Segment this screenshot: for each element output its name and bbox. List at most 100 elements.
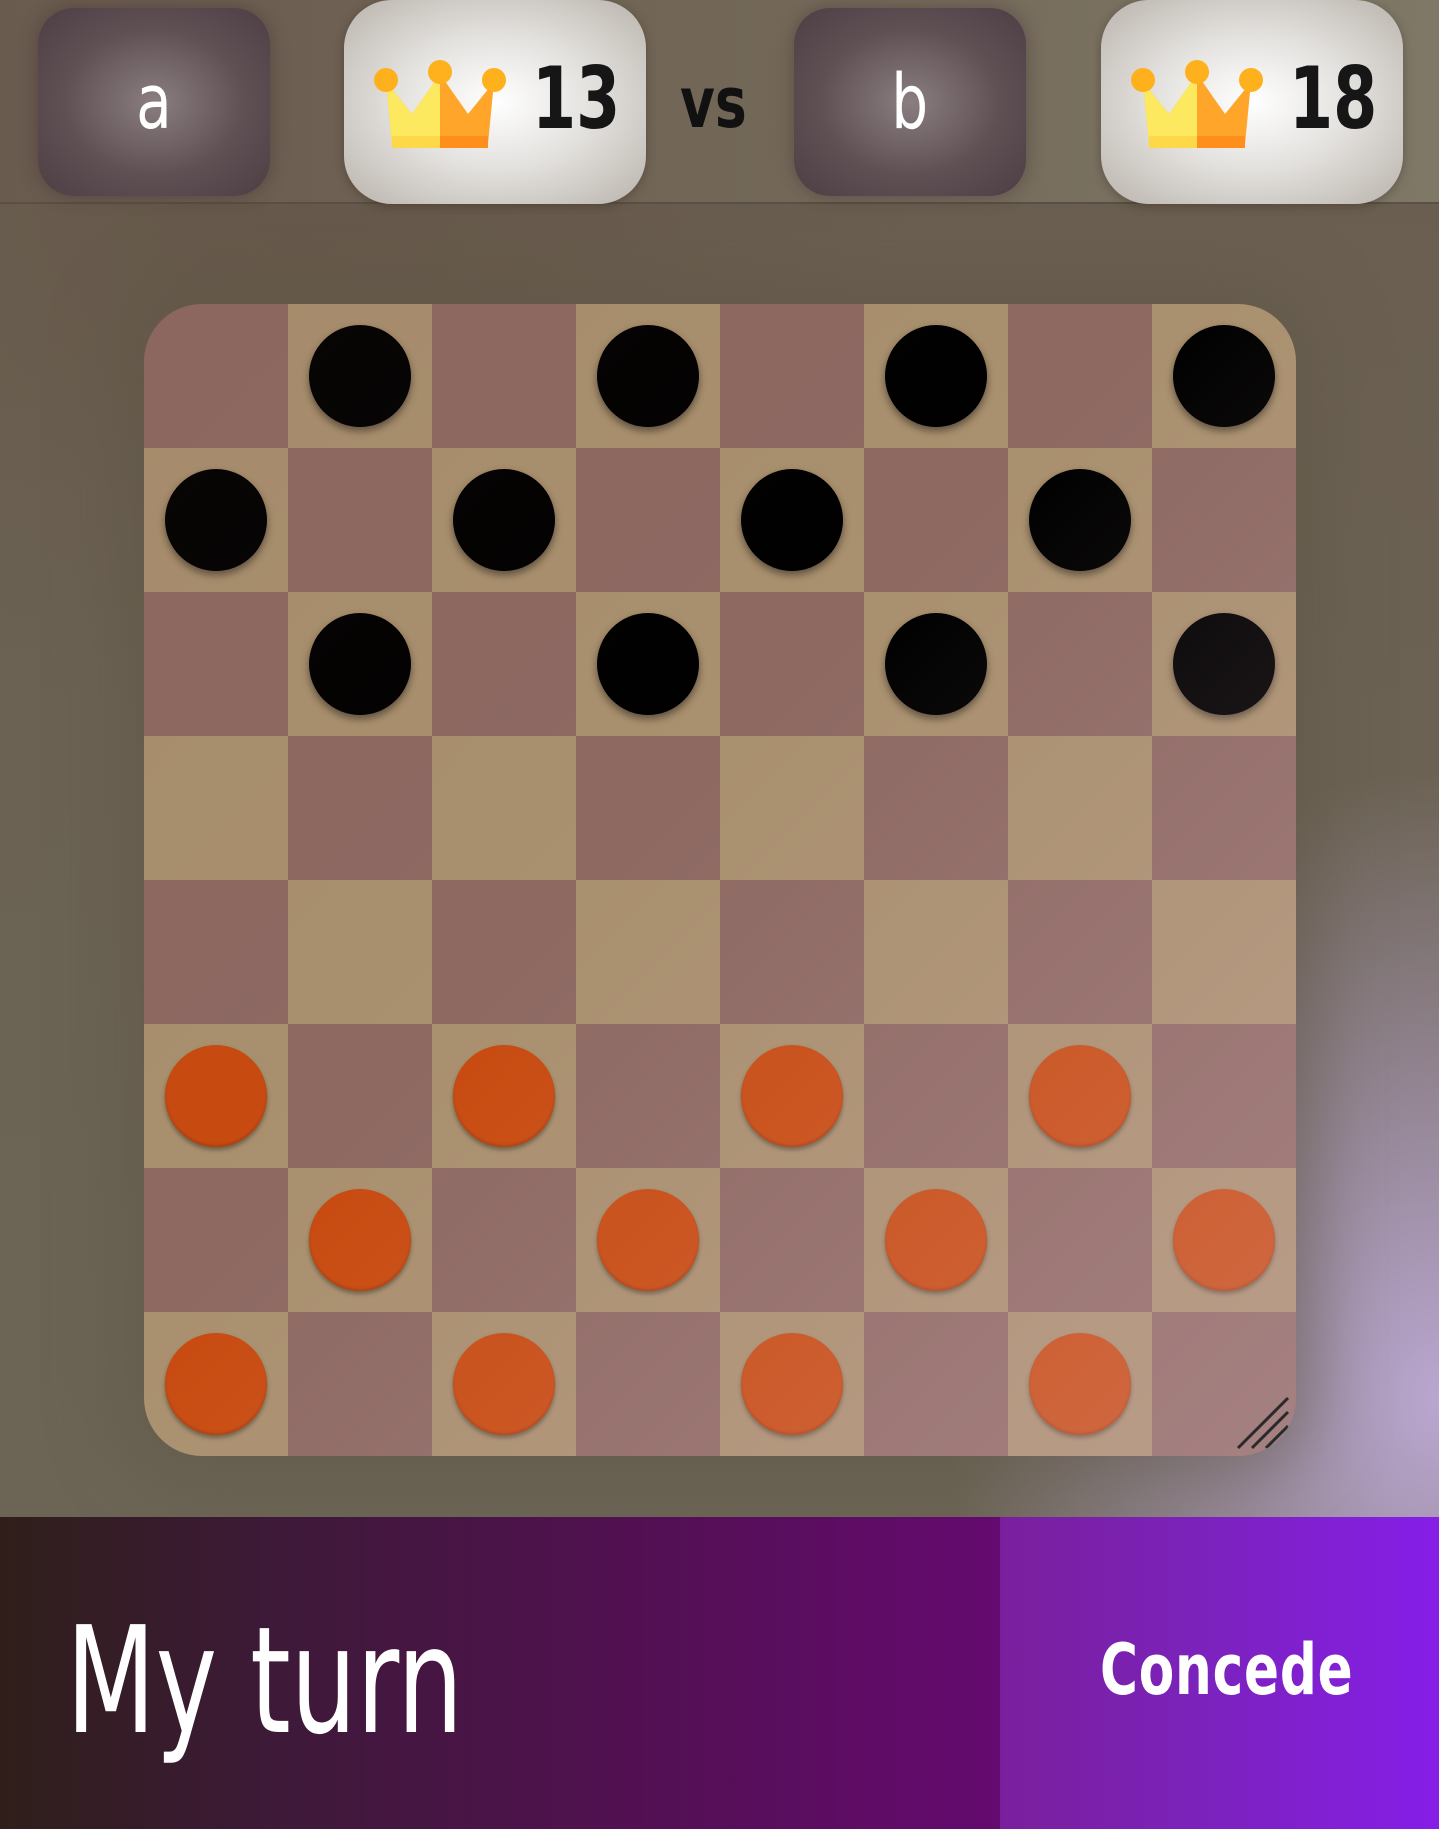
board-square[interactable] — [864, 448, 1008, 592]
black-checker-piece[interactable] — [1029, 469, 1131, 571]
orange-checker-piece[interactable] — [165, 1333, 267, 1435]
player-two-name: b — [891, 57, 929, 146]
board-square[interactable] — [1152, 736, 1296, 880]
black-checker-piece[interactable] — [309, 325, 411, 427]
board-square[interactable] — [864, 1168, 1008, 1312]
board-square[interactable] — [720, 880, 864, 1024]
board-square[interactable] — [864, 1024, 1008, 1168]
board-square[interactable] — [144, 1024, 288, 1168]
black-checker-piece[interactable] — [1173, 613, 1275, 715]
board-square[interactable] — [144, 304, 288, 448]
board-square[interactable] — [576, 880, 720, 1024]
board-square[interactable] — [288, 880, 432, 1024]
board-square[interactable] — [1152, 592, 1296, 736]
orange-checker-piece[interactable] — [165, 1045, 267, 1147]
board-square[interactable] — [864, 592, 1008, 736]
board-square[interactable] — [720, 304, 864, 448]
board-square[interactable] — [144, 1168, 288, 1312]
board-square[interactable] — [432, 736, 576, 880]
board-square[interactable] — [144, 880, 288, 1024]
orange-checker-piece[interactable] — [1029, 1333, 1131, 1435]
board-square[interactable] — [576, 1024, 720, 1168]
resize-grip-icon[interactable] — [1234, 1394, 1292, 1452]
board-square[interactable] — [432, 304, 576, 448]
orange-checker-piece[interactable] — [885, 1189, 987, 1291]
board-square[interactable] — [864, 880, 1008, 1024]
board-square[interactable] — [864, 1312, 1008, 1456]
board-square[interactable] — [432, 1024, 576, 1168]
orange-checker-piece[interactable] — [309, 1189, 411, 1291]
board-square[interactable] — [576, 304, 720, 448]
board-square[interactable] — [1152, 1024, 1296, 1168]
player-two-score: 18 — [1289, 49, 1378, 149]
board-square[interactable] — [432, 880, 576, 1024]
board-square[interactable] — [1008, 304, 1152, 448]
checkers-board[interactable] — [144, 304, 1296, 1456]
black-checker-piece[interactable] — [741, 469, 843, 571]
board-square[interactable] — [1008, 448, 1152, 592]
board-square[interactable] — [288, 736, 432, 880]
board-square[interactable] — [288, 448, 432, 592]
black-checker-piece[interactable] — [165, 469, 267, 571]
board-square[interactable] — [1152, 1168, 1296, 1312]
board-square[interactable] — [432, 1312, 576, 1456]
board-square[interactable] — [576, 736, 720, 880]
board-square[interactable] — [1152, 448, 1296, 592]
board-square[interactable] — [1008, 1312, 1152, 1456]
board-square[interactable] — [288, 592, 432, 736]
board-square[interactable] — [720, 592, 864, 736]
board-square[interactable] — [432, 1168, 576, 1312]
player-two-score-box: 18 — [1101, 0, 1403, 204]
board-square[interactable] — [576, 448, 720, 592]
board-square[interactable] — [720, 1024, 864, 1168]
board-square[interactable] — [1008, 1024, 1152, 1168]
crown-icon — [1131, 60, 1263, 148]
board-square[interactable] — [864, 736, 1008, 880]
board-square[interactable] — [864, 304, 1008, 448]
orange-checker-piece[interactable] — [597, 1189, 699, 1291]
board-square[interactable] — [1008, 880, 1152, 1024]
board-square[interactable] — [1008, 1168, 1152, 1312]
board-square[interactable] — [432, 592, 576, 736]
orange-checker-piece[interactable] — [1029, 1045, 1131, 1147]
board-square[interactable] — [1008, 736, 1152, 880]
orange-checker-piece[interactable] — [453, 1333, 555, 1435]
board-square[interactable] — [576, 1168, 720, 1312]
board-square[interactable] — [144, 1312, 288, 1456]
orange-checker-piece[interactable] — [453, 1045, 555, 1147]
concede-button-label: Concede — [1100, 1629, 1354, 1711]
board-square[interactable] — [288, 1168, 432, 1312]
board-square[interactable] — [1152, 880, 1296, 1024]
board-square[interactable] — [432, 448, 576, 592]
bottom-bar: My turn Concede — [0, 1517, 1439, 1829]
orange-checker-piece[interactable] — [741, 1045, 843, 1147]
board-square[interactable] — [288, 1024, 432, 1168]
black-checker-piece[interactable] — [597, 325, 699, 427]
black-checker-piece[interactable] — [885, 613, 987, 715]
board-square[interactable] — [576, 592, 720, 736]
board-square[interactable] — [576, 1312, 720, 1456]
board-square[interactable] — [1152, 304, 1296, 448]
board-square[interactable] — [720, 736, 864, 880]
concede-button[interactable]: Concede — [1000, 1517, 1439, 1829]
score-header: a 13 vs b 18 — [0, 0, 1439, 204]
black-checker-piece[interactable] — [885, 325, 987, 427]
turn-status-label: My turn — [66, 1595, 464, 1767]
board-square[interactable] — [144, 736, 288, 880]
board-square[interactable] — [144, 592, 288, 736]
board-square[interactable] — [1008, 592, 1152, 736]
black-checker-piece[interactable] — [453, 469, 555, 571]
board-square[interactable] — [720, 448, 864, 592]
black-checker-piece[interactable] — [1173, 325, 1275, 427]
board-square[interactable] — [144, 448, 288, 592]
turn-status-panel: My turn — [0, 1517, 1000, 1829]
board-square[interactable] — [288, 304, 432, 448]
crown-icon — [374, 60, 506, 148]
board-square[interactable] — [720, 1312, 864, 1456]
board-square[interactable] — [288, 1312, 432, 1456]
board-square[interactable] — [720, 1168, 864, 1312]
black-checker-piece[interactable] — [309, 613, 411, 715]
orange-checker-piece[interactable] — [741, 1333, 843, 1435]
black-checker-piece[interactable] — [597, 613, 699, 715]
orange-checker-piece[interactable] — [1173, 1189, 1275, 1291]
